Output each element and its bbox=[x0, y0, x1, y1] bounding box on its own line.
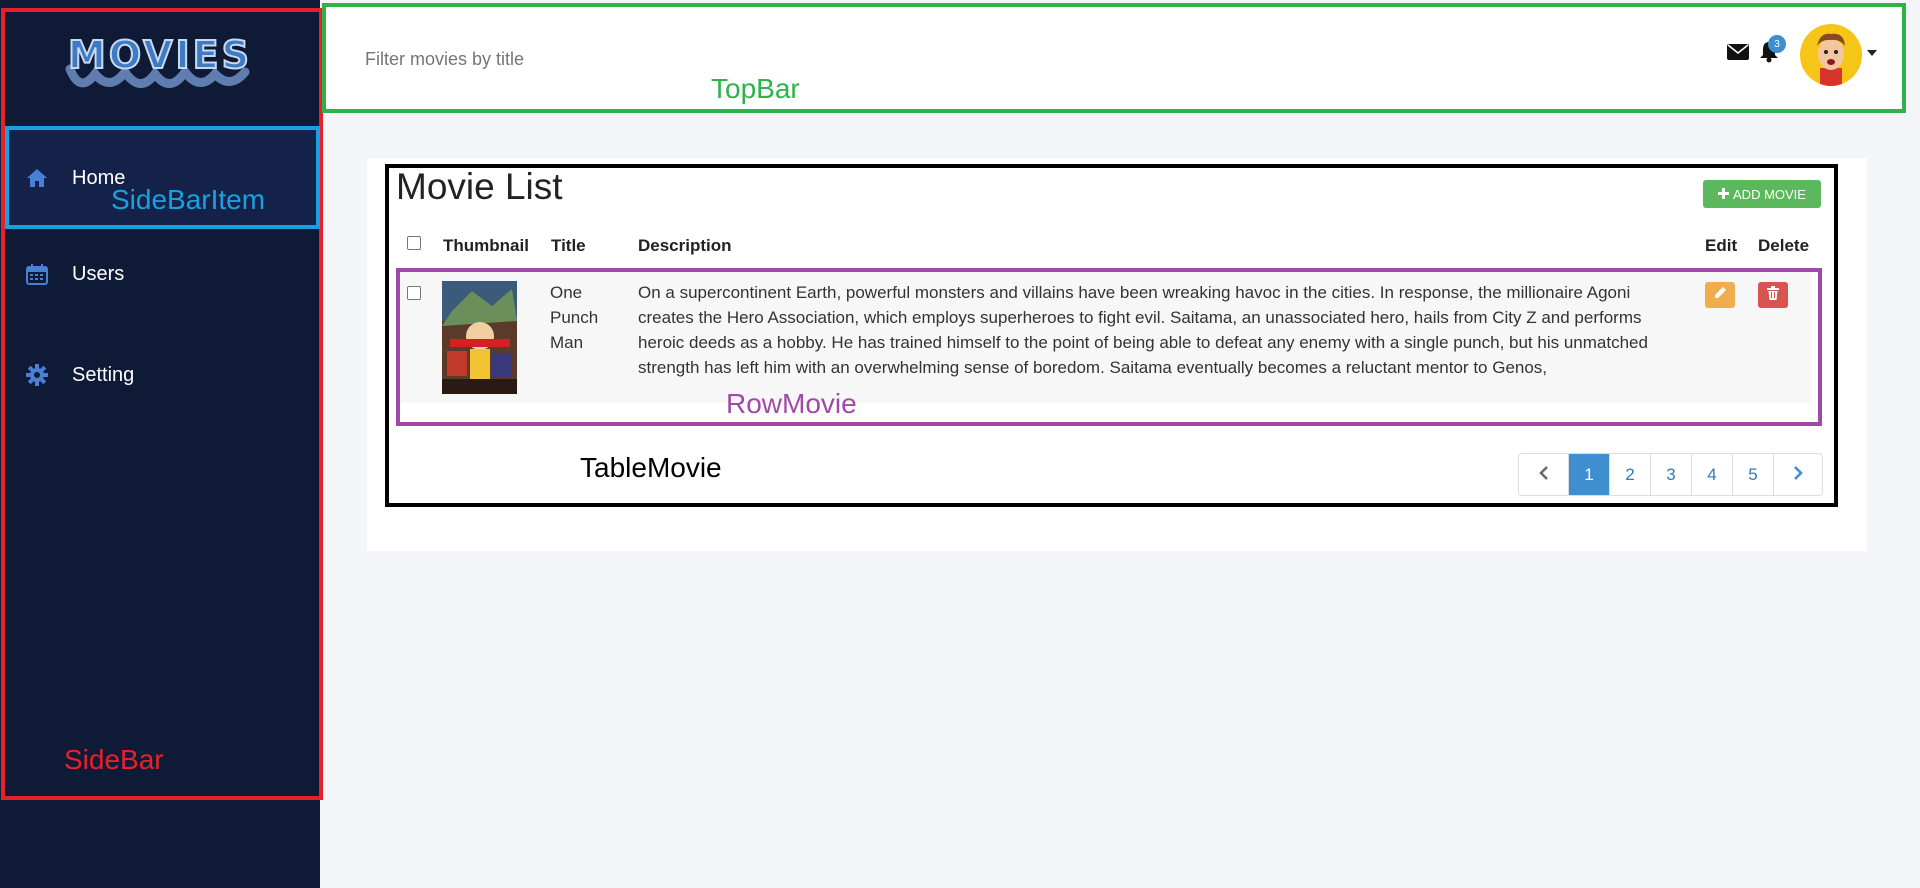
plus-icon bbox=[1718, 187, 1730, 202]
svg-text:MOVIES: MOVIES bbox=[68, 33, 252, 77]
sidebar-item-label: Setting bbox=[72, 363, 135, 386]
movie-thumbnail[interactable] bbox=[442, 281, 517, 394]
pagination-page-2[interactable]: 2 bbox=[1609, 454, 1650, 495]
chevron-right-icon bbox=[1793, 465, 1803, 485]
pagination-page-3[interactable]: 3 bbox=[1650, 454, 1691, 495]
movie-description: On a supercontinent Earth, powerful mons… bbox=[638, 283, 1648, 377]
notification-badge: 3 bbox=[1768, 35, 1786, 53]
mail-icon[interactable] bbox=[1726, 42, 1750, 62]
chevron-left-icon bbox=[1538, 465, 1549, 485]
sidebar-item-label: Users bbox=[72, 262, 125, 285]
sidebar: MOVIES Home Users Setting bbox=[0, 0, 320, 888]
select-all-checkbox[interactable] bbox=[407, 236, 421, 250]
movies-logo[interactable]: MOVIES bbox=[55, 24, 265, 94]
column-header-edit: Edit bbox=[1705, 236, 1738, 255]
pagination-page-1[interactable]: 1 bbox=[1568, 454, 1609, 495]
sidebar-item-users[interactable]: Users bbox=[0, 224, 320, 324]
sidebar-item-home[interactable]: Home bbox=[0, 128, 320, 228]
column-header-thumbnail[interactable]: Thumbnail bbox=[443, 236, 529, 256]
home-icon bbox=[25, 166, 49, 190]
search-input[interactable] bbox=[365, 42, 865, 76]
edit-button[interactable] bbox=[1705, 282, 1735, 308]
page-title: Movie List bbox=[396, 166, 563, 207]
trash-icon bbox=[1767, 285, 1779, 305]
pagination: 1 2 3 4 5 bbox=[1518, 453, 1823, 496]
column-header-title[interactable]: Title bbox=[551, 236, 586, 256]
pagination-prev[interactable] bbox=[1519, 454, 1568, 495]
column-header-description[interactable]: Description bbox=[638, 236, 732, 256]
column-header-delete: Delete bbox=[1758, 236, 1810, 255]
gear-icon bbox=[25, 363, 49, 387]
pencil-icon bbox=[1713, 286, 1727, 305]
sidebar-item-label: Home bbox=[72, 166, 126, 189]
avatar[interactable] bbox=[1800, 24, 1862, 86]
delete-button[interactable] bbox=[1758, 282, 1788, 308]
calendar-icon bbox=[25, 262, 49, 286]
movie-title: One Punch Man bbox=[550, 283, 599, 352]
pagination-page-4[interactable]: 4 bbox=[1691, 454, 1732, 495]
pagination-page-5[interactable]: 5 bbox=[1732, 454, 1773, 495]
topbar bbox=[325, 6, 1905, 110]
chevron-down-icon[interactable] bbox=[1866, 49, 1878, 57]
add-movie-button[interactable]: ADD MOVIE bbox=[1703, 180, 1821, 208]
sidebar-item-setting[interactable]: Setting bbox=[0, 325, 320, 425]
pagination-next[interactable] bbox=[1773, 454, 1822, 495]
row-checkbox[interactable] bbox=[407, 286, 421, 300]
add-movie-label: ADD MOVIE bbox=[1733, 186, 1806, 202]
